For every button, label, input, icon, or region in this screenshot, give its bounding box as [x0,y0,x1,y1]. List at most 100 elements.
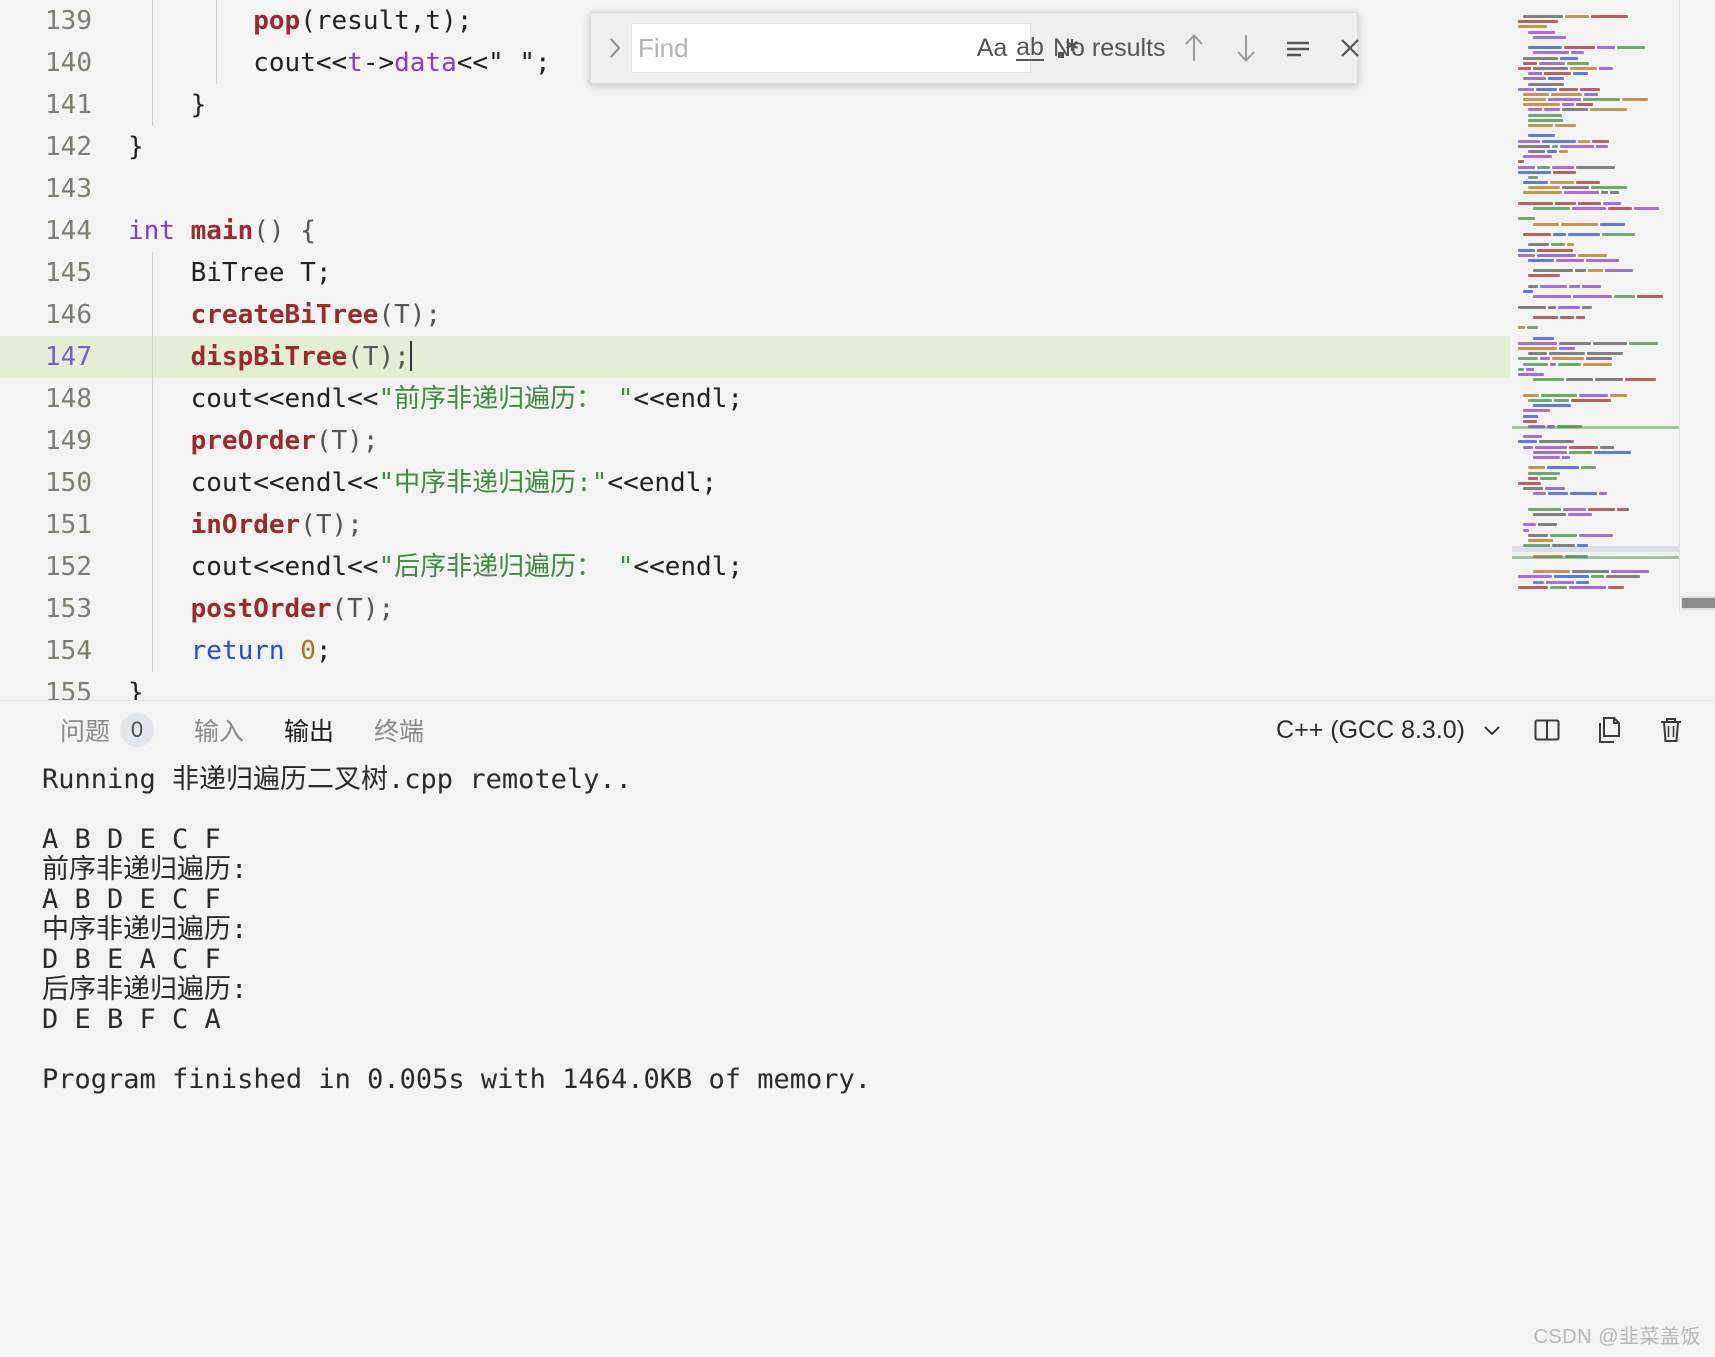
code-lines-container[interactable]: 139 pop(result,t); 140 cout<<t->data<<" "… [0,0,1510,748]
panel-tab-输入[interactable]: 输入 [174,708,264,752]
minimap-token [1535,87,1558,91]
editor-overview-ruler[interactable] [1681,0,1715,612]
minimap-token [1577,201,1602,205]
minimap-token [1518,305,1547,309]
code-line[interactable]: 153 postOrder(T); [0,588,1510,630]
minimap-token [1523,362,1548,366]
minimap-token [1518,575,1552,579]
minimap-token [1597,46,1615,50]
panel-tabs[interactable]: 问题 0 输入 输出 终端 [40,708,444,752]
code-line[interactable]: 149 preOrder(T); [0,420,1510,462]
code-line[interactable]: 150 cout<<endl<<"中序非递归遍历:"<<endl; [0,462,1510,504]
token-var: data [394,48,457,78]
minimap-line [1518,590,1678,595]
panel-tab-问题[interactable]: 问题 0 [40,708,174,752]
token-plain: <<endl; [633,552,743,582]
panel-tab-终端[interactable]: 终端 [354,708,444,752]
whole-word-icon[interactable]: ab [1011,28,1049,68]
minimap-token [1569,585,1606,589]
chevron-down-icon[interactable] [1479,717,1505,743]
minimap-token [1533,207,1571,211]
minimap-token [1523,414,1538,418]
minimap-token [1572,72,1589,76]
minimap-token [1609,393,1627,397]
line-number: 145 [45,258,92,288]
minimap-token [1523,393,1539,397]
code-editor[interactable]: 139 pop(result,t); 140 cout<<t->data<<" "… [0,0,1715,748]
chevron-right-icon[interactable] [599,28,631,68]
language-selector[interactable]: C++ (GCC 8.3.0) [1268,716,1513,745]
token-plain: ; [315,636,332,666]
token-punct: (T); [300,510,363,540]
find-widget[interactable]: Aa ab No results [590,12,1359,84]
minimap-token [1562,456,1571,460]
minimap-token [1518,217,1535,221]
minimap-token [1523,103,1560,107]
split-panel-icon[interactable] [1519,706,1575,754]
code-line[interactable]: 146 createBiTree(T); [0,294,1510,336]
copy-icon[interactable] [1581,706,1637,754]
code-line[interactable]: 141 } [0,84,1510,126]
token-str: "中序非递归遍历:" [378,468,608,498]
minimap-token [1553,575,1589,579]
token-punct: (T); [315,426,379,456]
minimap-token [1590,15,1628,19]
match-case-icon[interactable]: Aa [973,28,1011,68]
minimap[interactable] [1512,0,1680,612]
terminal-line: D B E A C F [42,944,221,975]
code-line[interactable]: 142} [0,126,1510,168]
code-line[interactable]: 144 int main() { [0,210,1510,252]
editor-scrollbar-thumb[interactable] [1682,598,1715,608]
minimap-token [1616,507,1630,511]
terminal-output[interactable]: Running 非递归遍历二叉树.cpp remotely.. A B D E C… [0,759,1715,1357]
search-input[interactable] [638,25,973,71]
code-line[interactable]: 145 BiTree T; [0,252,1510,294]
minimap-token [1567,243,1574,247]
minimap-token [1579,533,1614,537]
token-plain: -> [362,48,395,78]
minimap-token [1602,232,1636,236]
code-line[interactable]: 154 return 0; [0,630,1510,672]
token-str: "后序非递归遍历： " [378,552,634,582]
code-line-active[interactable]: 147 dispBiTree(T); [0,336,1510,378]
minimap-token [1552,170,1576,174]
panel-tab-输出[interactable]: 输出 [264,708,354,752]
code-line[interactable]: 148 cout<<endl<<"前序非递归遍历： "<<endl; [0,378,1510,420]
line-number: 146 [45,300,92,330]
minimap-token [1548,77,1565,81]
minimap-token [1559,56,1578,60]
code-line[interactable]: 151 inOrder(T); [0,504,1510,546]
minimap-token [1532,66,1568,70]
minimap-token [1546,149,1557,153]
minimap-token [1582,362,1612,366]
minimap-token [1590,575,1604,579]
find-input-box[interactable]: Aa ab [631,23,1079,73]
line-number: 154 [45,636,92,666]
trash-icon[interactable] [1643,706,1699,754]
minimap-token [1576,181,1600,185]
code-line[interactable]: 143 [0,168,1510,210]
find-next-button[interactable] [1222,24,1270,72]
minimap-token [1523,181,1548,185]
find-previous-button[interactable] [1170,24,1218,72]
minimap-token [1552,144,1559,148]
line-number: 147 [45,342,92,372]
close-icon[interactable] [1326,24,1374,72]
line-number: 149 [45,426,92,456]
line-number: 139 [45,6,92,36]
code-text: inOrder(T); [128,504,363,546]
find-in-selection-icon[interactable] [1274,24,1322,72]
code-line[interactable]: 152 cout<<endl<<"后序非递归遍历： "<<endl; [0,546,1510,588]
minimap-token [1610,570,1650,574]
minimap-token [1533,378,1564,382]
minimap-token [1607,585,1625,589]
minimap-token [1579,87,1600,91]
terminal-line: 中序非递归遍历: [42,914,248,945]
line-number: 151 [45,510,92,540]
minimap-token [1585,357,1612,361]
minimap-token [1542,139,1577,143]
minimap-token [1569,492,1598,496]
minimap-token [1543,72,1571,76]
